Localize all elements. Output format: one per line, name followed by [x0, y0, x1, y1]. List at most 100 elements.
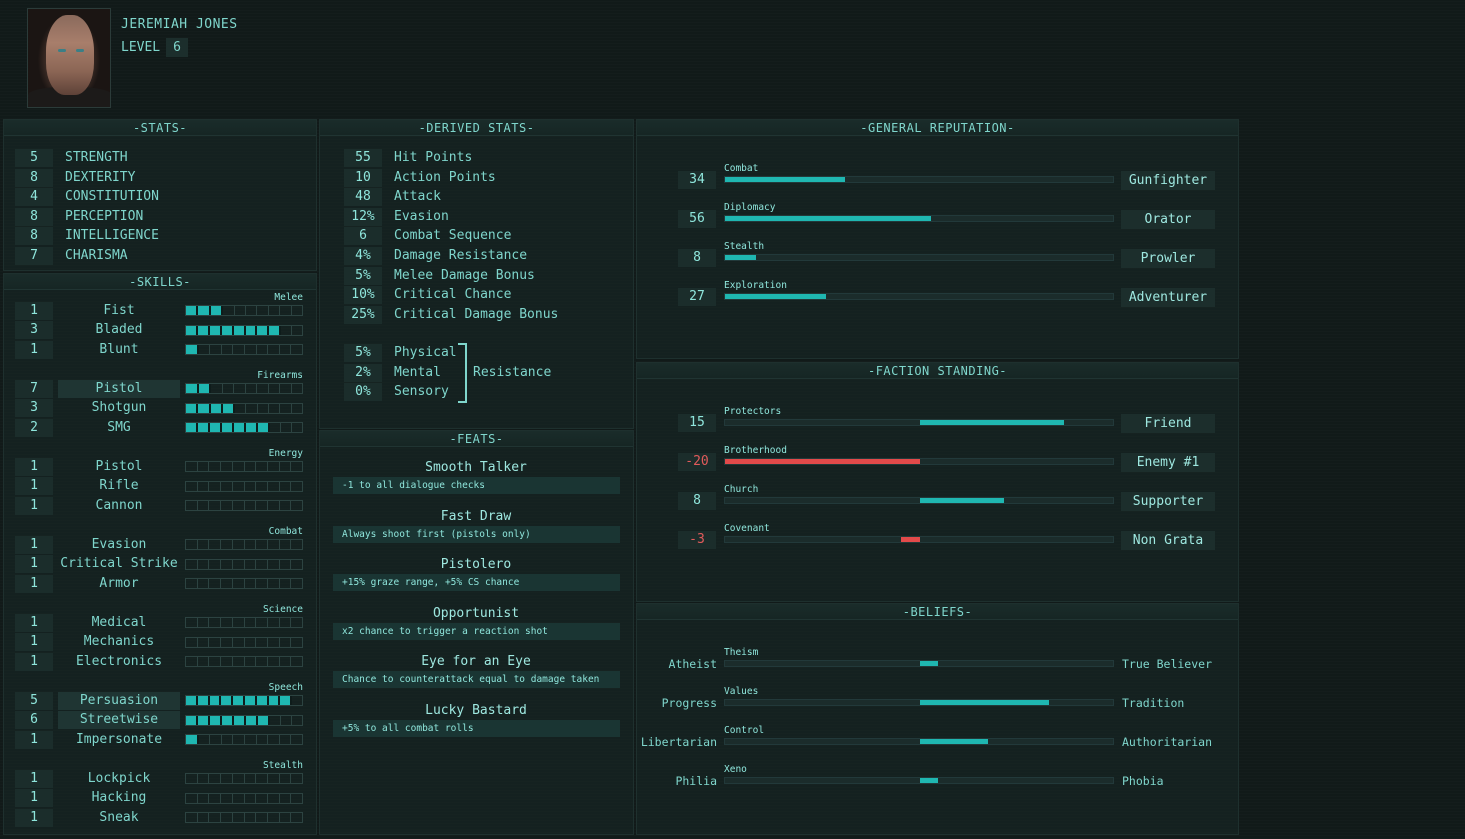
- skill-progress-bar: [185, 402, 303, 414]
- skill-bar-segment: [268, 657, 280, 667]
- feat-description: +5% to all combat rolls: [333, 719, 620, 737]
- belief-left-label: Libertarian: [640, 735, 717, 749]
- faction-standing-badge: Enemy #1: [1121, 453, 1215, 472]
- skill-name[interactable]: Pistol: [58, 458, 180, 476]
- skill-value: 1: [15, 457, 53, 476]
- skill-bar-segment: [221, 540, 233, 549]
- skill-bar-segment: [245, 462, 257, 471]
- skill-bar-segment: [186, 384, 199, 393]
- skill-bar-segment: [210, 735, 222, 745]
- skill-name[interactable]: Armor: [58, 575, 180, 593]
- skill-bar-segment: [209, 501, 222, 511]
- feat-title[interactable]: Opportunist: [332, 606, 620, 621]
- skill-bar-segment: [198, 403, 211, 413]
- skill-bar-segment: [222, 423, 234, 433]
- belief-bar: [724, 660, 1114, 667]
- reputation-bar-fill: [725, 294, 826, 299]
- skill-bar-segment: [292, 423, 302, 432]
- skill-value: 1: [15, 652, 53, 671]
- skill-name[interactable]: Bladed: [58, 321, 180, 339]
- skill-name[interactable]: Impersonate: [58, 731, 180, 749]
- skill-name[interactable]: Critical Strike: [58, 555, 180, 573]
- faction-name: Brotherhood: [724, 445, 787, 456]
- skill-value: 2: [15, 418, 53, 437]
- skill-bar-segment: [257, 325, 270, 335]
- derived-stat-label: Damage Resistance: [394, 248, 528, 263]
- skill-bar-segment: [198, 774, 210, 783]
- skill-bar-segment: [233, 462, 245, 471]
- skill-name[interactable]: Medical: [58, 614, 180, 632]
- faction-name: Protectors: [724, 406, 782, 417]
- feat-title[interactable]: Smooth Talker: [332, 460, 620, 475]
- skill-name[interactable]: Shotgun: [58, 399, 180, 417]
- skill-bar-segment: [280, 403, 292, 413]
- skill-bar-segment: [256, 559, 268, 569]
- skill-bar-segment: [233, 559, 245, 569]
- skill-bar-segment: [291, 813, 302, 822]
- skill-name[interactable]: Hacking: [58, 789, 180, 807]
- skill-bar-segment: [280, 813, 292, 823]
- skill-name[interactable]: Lockpick: [58, 770, 180, 788]
- skill-bar-segment: [209, 657, 222, 667]
- resistance-type: Sensory: [394, 384, 449, 400]
- skill-bar-segment: [280, 501, 292, 511]
- beliefs-title: -BELIEFS-: [637, 604, 1238, 620]
- skill-bar-segment: [245, 618, 257, 627]
- feat-title[interactable]: Eye for an Eye: [332, 654, 620, 669]
- skill-value: 1: [15, 730, 53, 749]
- skill-bar-segment: [256, 657, 268, 667]
- skill-bar-segment: [221, 813, 233, 823]
- skill-name[interactable]: Pistol: [58, 380, 180, 398]
- skill-bar-segment: [198, 501, 210, 511]
- feat-title[interactable]: Fast Draw: [332, 509, 620, 524]
- skill-progress-bar: [185, 617, 303, 628]
- skill-progress-bar: [185, 578, 303, 590]
- skill-progress-bar: [185, 305, 303, 316]
- skill-bar-segment: [269, 384, 280, 393]
- skill-bar-segment: [223, 384, 234, 393]
- faction-bar: [724, 419, 1114, 426]
- skill-bar-segment: [268, 813, 280, 823]
- skill-name[interactable]: Cannon: [58, 497, 180, 515]
- skill-bar-segment: [211, 384, 223, 393]
- skill-name[interactable]: Rifle: [58, 477, 180, 495]
- skill-bar-segment: [186, 559, 198, 569]
- skill-name[interactable]: Blunt: [58, 341, 180, 359]
- skill-bar-segment: [233, 637, 245, 647]
- skill-name[interactable]: Sneak: [58, 809, 180, 827]
- skill-bar-segment: [186, 403, 199, 413]
- skill-bar-segment: [210, 345, 222, 355]
- skill-name[interactable]: Electronics: [58, 653, 180, 671]
- belief-right-label: Phobia: [1122, 774, 1164, 788]
- skill-name[interactable]: Fist: [58, 302, 180, 320]
- skill-bar-segment: [257, 345, 269, 355]
- skill-value: 1: [15, 574, 53, 593]
- feat-title[interactable]: Lucky Bastard: [332, 703, 620, 718]
- skill-bar-segment: [221, 657, 233, 667]
- reputation-bar: [724, 176, 1114, 183]
- skill-bar-segment: [186, 637, 198, 647]
- skill-bar-segment: [233, 774, 245, 783]
- skill-name[interactable]: Persuasion: [58, 692, 180, 710]
- skill-bar-segment: [209, 462, 222, 471]
- faction-standing-badge: Friend: [1121, 414, 1215, 433]
- skill-bar-segment: [245, 559, 257, 569]
- beliefs-panel: -BELIEFS-: [636, 603, 1239, 835]
- belief-bar: [724, 777, 1114, 784]
- skill-name[interactable]: SMG: [58, 419, 180, 437]
- skill-progress-bar: [185, 636, 303, 648]
- reputation-value: 34: [678, 171, 716, 189]
- feat-title[interactable]: Pistolero: [332, 557, 620, 572]
- skill-progress-bar: [185, 714, 303, 726]
- stat-label: DEXTERITY: [65, 169, 136, 185]
- skill-name[interactable]: Streetwise: [58, 711, 180, 729]
- skill-name[interactable]: Evasion: [58, 536, 180, 554]
- reputation-name: Diplomacy: [724, 202, 776, 213]
- derived-stat-label: Hit Points: [394, 150, 473, 165]
- skill-bar-segment: [209, 813, 222, 823]
- skill-value: 1: [15, 301, 53, 320]
- feat-description: Chance to counterattack equal to damage …: [333, 671, 620, 688]
- skill-bar-segment: [245, 325, 258, 335]
- character-name: JEREMIAH JONES: [121, 17, 238, 32]
- skill-name[interactable]: Mechanics: [58, 633, 180, 651]
